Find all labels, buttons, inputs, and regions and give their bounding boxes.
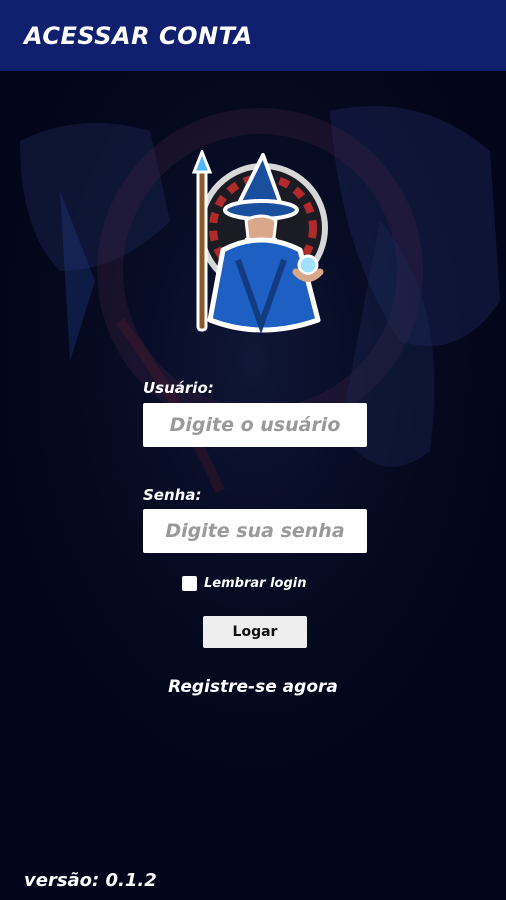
app-header: ACESSAR CONTA [0,0,506,71]
password-input[interactable] [143,508,367,554]
page-title: ACESSAR CONTA [24,22,253,50]
login-button[interactable]: Logar [203,616,307,648]
username-field-container [143,402,367,448]
remember-login-checkbox[interactable] [182,575,197,591]
password-field-container [143,508,367,554]
register-link[interactable]: Registre-se agora [0,677,506,697]
remember-login-label[interactable]: Lembrar login [204,576,306,591]
username-label: Usuário: [143,379,214,397]
version-text: versão: 0.1.2 [24,870,157,891]
wizard-roulette-logo [191,150,328,334]
username-input[interactable] [143,402,367,448]
remember-login-row[interactable]: Lembrar login [182,574,306,592]
password-label: Senha: [143,486,202,504]
